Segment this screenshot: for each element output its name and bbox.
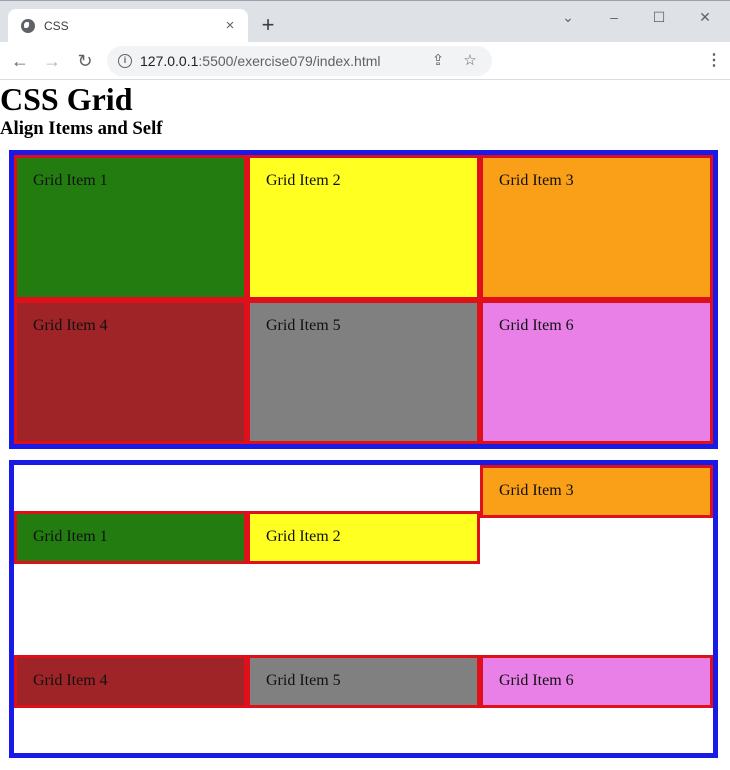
url-text[interactable]: 127.0.0.1:5500/exercise079/index.html — [140, 53, 428, 69]
grid2-item-4: Grid Item 4 — [14, 654, 247, 708]
grid2-item-6: Grid Item 6 — [480, 654, 713, 708]
grid1-item-3: Grid Item 3 — [480, 155, 713, 300]
globe-icon — [21, 19, 35, 33]
close-window-button[interactable]: ✕ — [692, 7, 718, 27]
reload-button[interactable]: ↻ — [73, 50, 97, 72]
browser-tab[interactable]: CSS × — [8, 9, 248, 43]
grid1-item-2: Grid Item 2 — [247, 155, 480, 300]
grid2-item-3: Grid Item 3 — [480, 465, 713, 518]
toolbar: ← → ↻ i 127.0.0.1:5500/exercise079/index… — [0, 42, 730, 80]
grid2-item-1: Grid Item 1 — [14, 510, 247, 564]
close-tab-icon[interactable]: × — [222, 18, 238, 34]
maximize-button[interactable]: ☐ — [646, 7, 672, 27]
page-title: CSS Grid — [0, 81, 133, 117]
grid1-item-4: Grid Item 4 — [14, 299, 247, 444]
page-content: CSS Grid Align Items and Self Grid Item … — [0, 80, 730, 770]
minimize-button[interactable]: – — [601, 7, 627, 27]
tab-title: CSS — [44, 19, 69, 33]
grid-container-2: Grid Item 1 Grid Item 2 Grid Item 3 Grid… — [9, 460, 718, 758]
grid2-item-2: Grid Item 2 — [247, 510, 480, 564]
info-icon[interactable]: i — [118, 54, 132, 68]
share-icon[interactable]: ⇪ — [428, 51, 448, 71]
forward-button[interactable]: → — [40, 50, 64, 72]
grid1-item-1: Grid Item 1 — [14, 155, 247, 300]
grid1-item-6: Grid Item 6 — [480, 299, 713, 444]
new-tab-button[interactable]: + — [258, 14, 278, 36]
url-host: 127.0.0.1 — [140, 53, 199, 69]
grid1-item-5: Grid Item 5 — [247, 299, 480, 444]
back-button[interactable]: ← — [8, 50, 32, 72]
bookmark-star-icon[interactable]: ☆ — [460, 51, 480, 71]
browser-chrome: CSS × + ⌄ – ☐ ✕ ← → ↻ i 127.0.0.1:5500/e… — [0, 0, 730, 80]
menu-kebab-icon[interactable]: ⋮ — [706, 51, 722, 71]
tab-search-icon[interactable]: ⌄ — [555, 7, 581, 27]
page-subtitle: Align Items and Self — [0, 118, 163, 139]
address-bar[interactable]: i 127.0.0.1:5500/exercise079/index.html … — [107, 46, 492, 76]
grid2-item-5: Grid Item 5 — [247, 654, 480, 708]
grid-container-1: Grid Item 1 Grid Item 2 Grid Item 3 Grid… — [9, 150, 718, 449]
url-path: :5500/exercise079/index.html — [198, 53, 381, 69]
title-bar: CSS × + ⌄ – ☐ ✕ — [0, 0, 730, 43]
